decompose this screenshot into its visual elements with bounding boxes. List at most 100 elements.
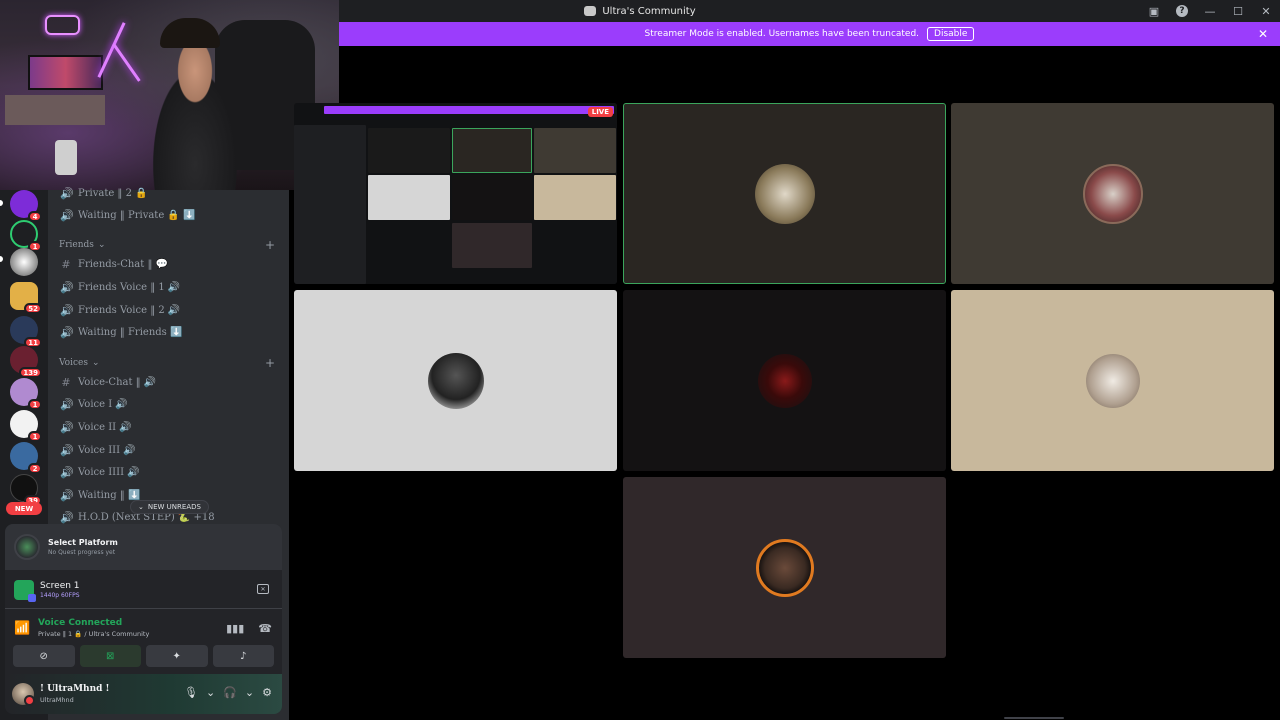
unread-pill	[0, 200, 3, 206]
signal-icon[interactable]: 📶	[14, 621, 32, 636]
channel-label: Friends Voice ‖ 2 🔊	[78, 305, 181, 316]
chevron-down-icon: ⌄	[138, 503, 144, 511]
inbox-icon[interactable]: ▣	[1146, 3, 1162, 19]
channel-item[interactable]: # Friends-Chat ‖ 💬	[60, 258, 168, 271]
chevron-down-icon[interactable]: ⌄	[245, 686, 254, 699]
channel-item[interactable]: 🔊 Waiting ‖ Friends ⬇️	[60, 326, 182, 339]
camera-off-button[interactable]: ⊘	[13, 645, 75, 667]
avatar	[427, 352, 484, 409]
channel-item[interactable]: # Voice-Chat ‖ 🔊	[60, 376, 156, 389]
screen-share-status[interactable]: Screen 1 1440p 60FPS ✕	[5, 572, 282, 608]
mention-badge: 52	[24, 303, 42, 314]
new-unreads-pill[interactable]: ⌄ NEW UNREADS	[130, 500, 209, 514]
server-icon[interactable]: 11	[10, 316, 42, 348]
channel-label: Friends Voice ‖ 1 🔊	[78, 282, 181, 293]
channel-label: Friends-Chat ‖ 💬	[78, 259, 169, 270]
chevron-down-icon[interactable]: ⌄	[206, 686, 215, 699]
speaker-icon: 🔊	[60, 326, 74, 339]
discord-logo-icon	[584, 6, 597, 16]
screen-share-tile[interactable]: LIVE	[294, 103, 617, 284]
channel-item[interactable]: 🔊 Friends Voice ‖ 1 🔊	[60, 281, 180, 294]
mention-badge: 4	[28, 211, 42, 222]
participant-tile[interactable]	[951, 103, 1274, 284]
noise-suppression-icon[interactable]: ▮▮▮	[226, 622, 244, 635]
minimize-button[interactable]: —	[1202, 3, 1218, 19]
category-voices[interactable]: Voices ⌄	[59, 358, 100, 368]
screen-share-button[interactable]: ⊠	[79, 645, 141, 667]
participant-tile[interactable]	[951, 290, 1274, 471]
channel-item[interactable]: 🔊 Voice II 🔊	[60, 421, 132, 434]
streamer-mode-banner: Streamer Mode is enabled. Usernames have…	[339, 22, 1280, 46]
speaker-icon: 🔊	[60, 489, 74, 502]
maximize-button[interactable]: ☐	[1230, 3, 1246, 19]
help-icon[interactable]: ?	[1174, 3, 1190, 19]
server-icon[interactable]: 52	[10, 282, 42, 314]
avatar	[1082, 163, 1143, 224]
channel-item[interactable]: 🔊 Waiting ‖ ⬇️	[60, 489, 140, 502]
channel-label: Private ‖ 2 🔒	[78, 188, 148, 199]
new-badge[interactable]: NEW	[6, 502, 42, 515]
quest-card[interactable]: Select Platform No Quest progress yet	[5, 524, 282, 570]
speaker-icon: 🔊	[60, 466, 74, 479]
microphone-icon[interactable]: 🎙	[184, 686, 198, 699]
mention-badge: 1	[28, 431, 42, 442]
gear-icon[interactable]: ⚙	[262, 686, 272, 699]
channel-label: Voice II 🔊	[78, 422, 132, 433]
server-icon[interactable]: 1	[10, 410, 42, 442]
participant-tile[interactable]	[294, 290, 617, 471]
divider	[5, 608, 282, 609]
disconnect-icon[interactable]: ☎	[258, 622, 272, 635]
activities-button[interactable]: ✦	[146, 645, 208, 667]
screen-title: Screen 1	[40, 581, 80, 591]
scrollbar[interactable]	[1004, 717, 1064, 719]
speaker-icon: 🔊	[60, 281, 74, 294]
participant-tile[interactable]	[623, 290, 946, 471]
voice-status[interactable]: Voice Connected	[38, 618, 149, 628]
server-icon[interactable]: 1	[10, 220, 42, 252]
channel-label: Waiting ‖ Private 🔒 ⬇️	[78, 210, 196, 221]
hash-icon: #	[61, 376, 71, 389]
channel-item[interactable]: 🔊 Voice IIII 🔊	[60, 466, 140, 479]
participant-tile[interactable]	[623, 477, 946, 658]
add-channel-icon[interactable]: +	[265, 238, 275, 252]
channel-item[interactable]: 🔊 Friends Voice ‖ 2 🔊	[60, 304, 180, 317]
mention-badge: 2	[28, 463, 42, 474]
server-icon[interactable]: 139	[10, 346, 42, 378]
channel-item[interactable]: 🔊 Waiting ‖ Private 🔒 ⬇️	[60, 209, 196, 222]
channel-item[interactable]: 🔊 Voice I 🔊	[60, 398, 128, 411]
mention-badge: 1	[28, 399, 42, 410]
server-icon[interactable]: 2	[10, 442, 42, 474]
close-window-button[interactable]: ✕	[1258, 3, 1274, 19]
stop-stream-icon[interactable]: ✕	[257, 584, 269, 594]
voice-action-buttons: ⊘ ⊠ ✦ ♪	[13, 645, 274, 667]
close-banner-icon[interactable]: ✕	[1258, 27, 1268, 41]
channel-label: Waiting ‖ Friends ⬇️	[78, 327, 183, 338]
voice-channel[interactable]: Private ‖ 1 🔒 / Ultra's Community	[38, 630, 149, 638]
quest-title: Select Platform	[48, 538, 118, 547]
server-icon[interactable]	[10, 248, 38, 276]
banner-text: Streamer Mode is enabled. Usernames have…	[644, 29, 920, 39]
server-icon[interactable]: 39	[10, 474, 42, 506]
user-panel: Select Platform No Quest progress yet Sc…	[5, 524, 282, 714]
server-icon[interactable]: 1	[10, 378, 42, 410]
disable-button[interactable]: Disable	[927, 27, 975, 41]
username[interactable]: ! UltraMhnd !	[40, 684, 110, 694]
channel-item[interactable]: 🔊 Private ‖ 2 🔒	[60, 187, 148, 200]
discord-window: Ultra's Community ▣ ? — ☐ ✕ Streamer Mod…	[0, 0, 1280, 720]
participant-tile[interactable]	[623, 103, 946, 284]
avatar	[754, 163, 815, 224]
channel-item[interactable]: 🔊 Voice III 🔊	[60, 444, 136, 457]
speaker-icon: 🔊	[60, 304, 74, 317]
window-title: Ultra's Community	[602, 5, 696, 17]
headphones-icon[interactable]: 🎧	[223, 686, 237, 699]
avatar	[755, 538, 814, 597]
speaker-icon: 🔊	[60, 511, 74, 524]
category-friends[interactable]: Friends ⌄	[59, 240, 105, 250]
channel-label: Waiting ‖ ⬇️	[78, 490, 141, 501]
add-channel-icon[interactable]: +	[265, 356, 275, 370]
server-icon[interactable]: 4	[10, 190, 42, 222]
user-area: ! UltraMhnd ! UltraMhnd 🎙 ⌄ 🎧 ⌄ ⚙	[5, 674, 282, 714]
soundboard-button[interactable]: ♪	[212, 645, 274, 667]
quest-icon	[14, 534, 40, 560]
avatar[interactable]	[12, 683, 35, 706]
